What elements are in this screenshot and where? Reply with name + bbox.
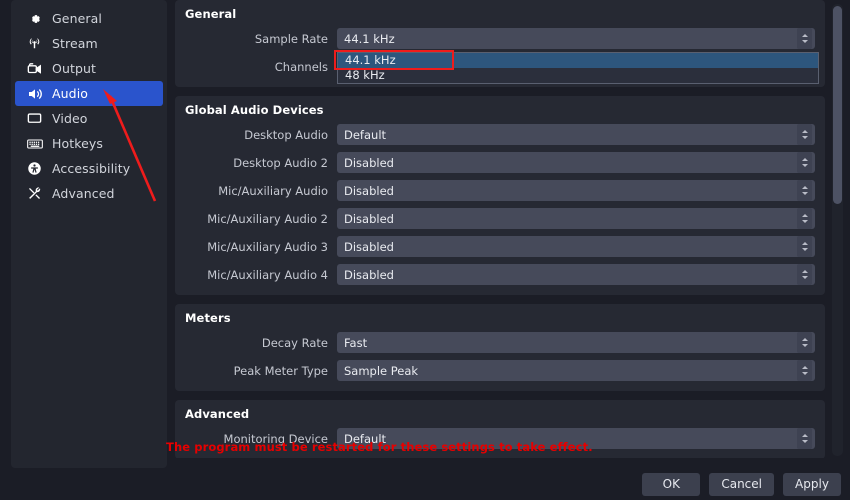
chevron-updown-icon[interactable] [797,208,812,229]
group-global-audio-devices: Global Audio Devices Desktop Audio Defau… [175,96,825,295]
sidebar-item-label: General [52,11,102,26]
sidebar-item-general[interactable]: General [15,6,163,31]
mic-aux-audio-4-combobox[interactable]: Disabled [337,264,815,285]
chevron-updown-icon[interactable] [797,332,812,353]
setting-label: Peak Meter Type [233,363,328,378]
setting-row-mic-aux-audio: Mic/Auxiliary Audio Disabled [185,180,815,201]
setting-row-mic-aux-audio-3: Mic/Auxiliary Audio 3 Disabled [185,236,815,257]
sidebar-item-hotkeys[interactable]: Hotkeys [15,131,163,156]
content-scrollbar[interactable] [832,4,843,456]
obs-settings-window: General Stream Output Audio Video Hotkey… [0,0,850,500]
group-meters: Meters Decay Rate Fast Peak Meter Type S… [175,304,825,391]
scrollbar-thumb[interactable] [833,6,842,204]
sidebar-item-stream[interactable]: Stream [15,31,163,56]
setting-label: Mic/Auxiliary Audio [218,183,328,198]
restart-warning-text: The program must be restarted for these … [166,440,593,454]
chevron-updown-icon[interactable] [797,236,812,257]
setting-label: Decay Rate [261,335,328,350]
sidebar-item-label: Audio [52,86,89,101]
mic-aux-audio-combobox[interactable]: Disabled [337,180,815,201]
accessibility-icon [26,161,43,176]
mic-aux-audio-3-combobox[interactable]: Disabled [337,236,815,257]
combo-value: Sample Peak [344,363,419,378]
setting-label: Mic/Auxiliary Audio 4 [207,267,328,282]
sidebar-item-label: Stream [52,36,98,51]
combo-value: Disabled [344,211,394,226]
sidebar-item-video[interactable]: Video [15,106,163,131]
combo-value: 44.1 kHz [344,31,395,46]
sample-rate-dropdown-list[interactable]: 44.1 kHz 48 kHz [337,52,819,84]
keyboard-icon [26,136,43,151]
dialog-button-bar: OK Cancel Apply [0,468,850,500]
speaker-icon [26,86,43,101]
setting-row-mic-aux-audio-4: Mic/Auxiliary Audio 4 Disabled [185,264,815,285]
cancel-button[interactable]: Cancel [709,472,774,496]
sidebar-item-label: Output [52,61,97,76]
setting-row-sample-rate: Sample Rate 44.1 kHz [185,28,815,49]
group-title: Meters [185,311,231,325]
monitor-icon [26,111,43,126]
decay-rate-combobox[interactable]: Fast [337,332,815,353]
chevron-updown-icon[interactable] [797,264,812,285]
setting-label: Desktop Audio [244,127,328,142]
chevron-updown-icon[interactable] [797,360,812,381]
peak-meter-type-combobox[interactable]: Sample Peak [337,360,815,381]
video-camera-icon [26,61,43,76]
combo-value: Disabled [344,183,394,198]
sidebar-item-advanced[interactable]: Advanced [15,181,163,206]
tools-icon [26,186,43,201]
setting-label: Desktop Audio 2 [233,155,328,170]
setting-label: Mic/Auxiliary Audio 3 [207,239,328,254]
setting-label: Channels [274,59,328,74]
sidebar-item-label: Advanced [52,186,115,201]
dropdown-option-48-khz[interactable]: 48 kHz [338,68,818,83]
sidebar-item-label: Hotkeys [52,136,104,151]
chevron-updown-icon[interactable] [797,124,812,145]
group-title: Global Audio Devices [185,103,324,117]
sidebar-item-output[interactable]: Output [15,56,163,81]
setting-row-decay-rate: Decay Rate Fast [185,332,815,353]
setting-row-desktop-audio-2: Desktop Audio 2 Disabled [185,152,815,173]
desktop-audio-combobox[interactable]: Default [337,124,815,145]
dropdown-option-44-1-khz[interactable]: 44.1 kHz [338,53,818,68]
combo-value: Disabled [344,155,394,170]
apply-button[interactable]: Apply [783,472,841,496]
setting-label: Mic/Auxiliary Audio 2 [207,211,328,226]
gear-icon [26,11,43,26]
setting-label: Sample Rate [254,31,328,46]
sidebar-item-audio[interactable]: Audio [15,81,163,106]
combo-value: Disabled [344,239,394,254]
sidebar-item-label: Accessibility [52,161,131,176]
chevron-updown-icon[interactable] [797,28,812,49]
group-title: Advanced [185,407,250,421]
settings-sidebar: General Stream Output Audio Video Hotkey… [11,0,167,468]
setting-row-peak-meter-type: Peak Meter Type Sample Peak [185,360,815,381]
ok-button[interactable]: OK [642,472,701,496]
combo-value: Default [344,127,387,142]
sidebar-item-accessibility[interactable]: Accessibility [15,156,163,181]
desktop-audio-2-combobox[interactable]: Disabled [337,152,815,173]
setting-row-desktop-audio: Desktop Audio Default [185,124,815,145]
setting-row-mic-aux-audio-2: Mic/Auxiliary Audio 2 Disabled [185,208,815,229]
chevron-updown-icon[interactable] [797,180,812,201]
sidebar-item-label: Video [52,111,88,126]
sample-rate-combobox[interactable]: 44.1 kHz [337,28,815,49]
broadcast-icon [26,36,43,51]
mic-aux-audio-2-combobox[interactable]: Disabled [337,208,815,229]
combo-value: Fast [344,335,368,350]
group-title: General [185,7,237,21]
chevron-updown-icon[interactable] [797,152,812,173]
combo-value: Disabled [344,267,394,282]
chevron-updown-icon[interactable] [797,428,812,449]
